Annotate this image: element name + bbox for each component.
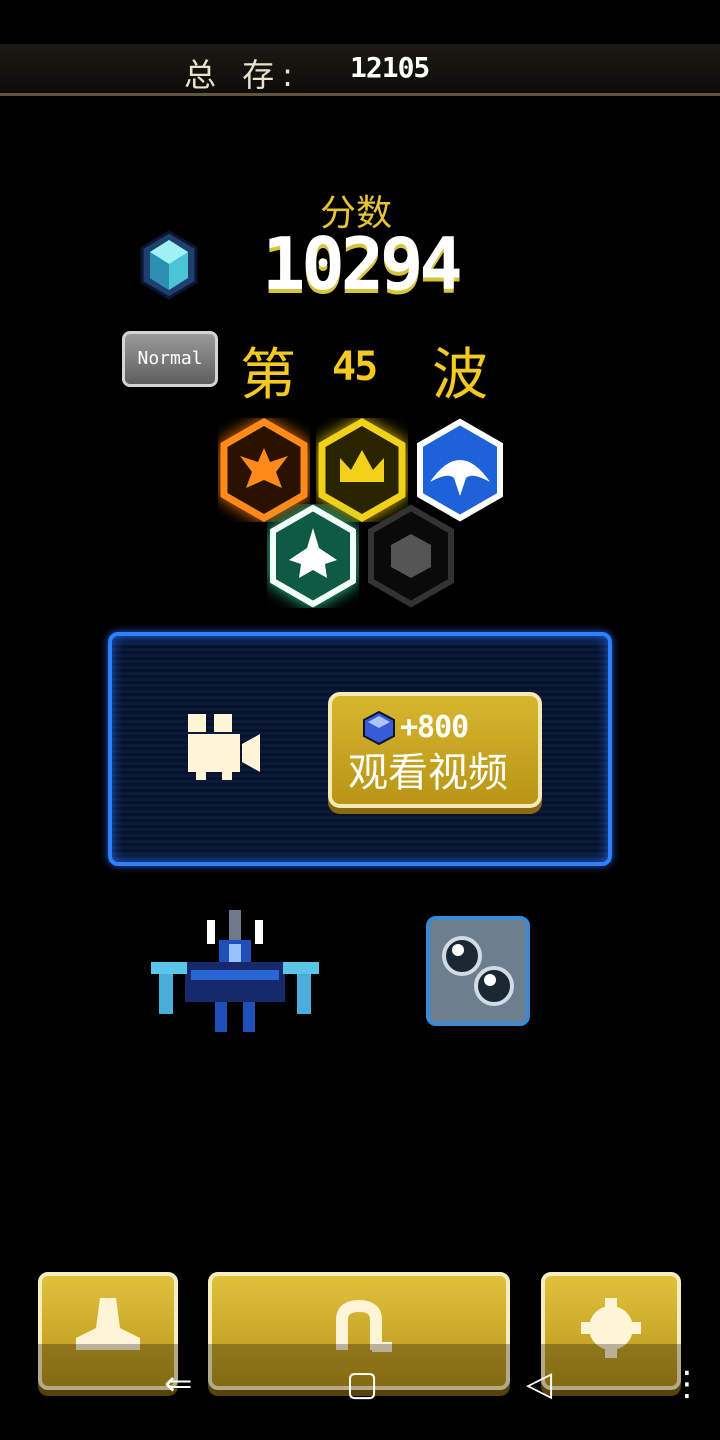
score-value: 10294 — [262, 222, 463, 306]
nav-menu-icon[interactable]: ⋮ — [670, 1364, 704, 1404]
wave-prefix: 第 — [240, 343, 296, 408]
watch-video-label: 观看视频 — [348, 750, 508, 796]
total-currency-bar: 总 存: 12105 — [0, 44, 720, 96]
difficulty-badge: Normal — [122, 331, 218, 387]
total-label: 总 存: — [184, 56, 301, 94]
fighter-medal-icon — [270, 504, 356, 608]
nav-back-icon[interactable]: ⇐ — [164, 1364, 193, 1404]
wave-number: 45 — [332, 344, 378, 390]
player-ship — [151, 910, 319, 1032]
watch-video-button[interactable]: +800 观看视频 — [328, 692, 542, 808]
twin-bullets-icon — [442, 936, 514, 1006]
nav-home-icon[interactable]: ▢ — [346, 1364, 378, 1404]
nav-recent-icon[interactable]: ◁ — [526, 1364, 552, 1404]
bullet-upgrade-icon[interactable] — [426, 916, 530, 1026]
blue-gem-icon — [140, 230, 198, 300]
video-camera-icon — [188, 714, 260, 780]
wave-suffix: 波 — [432, 343, 488, 408]
total-value: 12105 — [350, 51, 430, 84]
locked-medal-icon — [368, 504, 454, 608]
